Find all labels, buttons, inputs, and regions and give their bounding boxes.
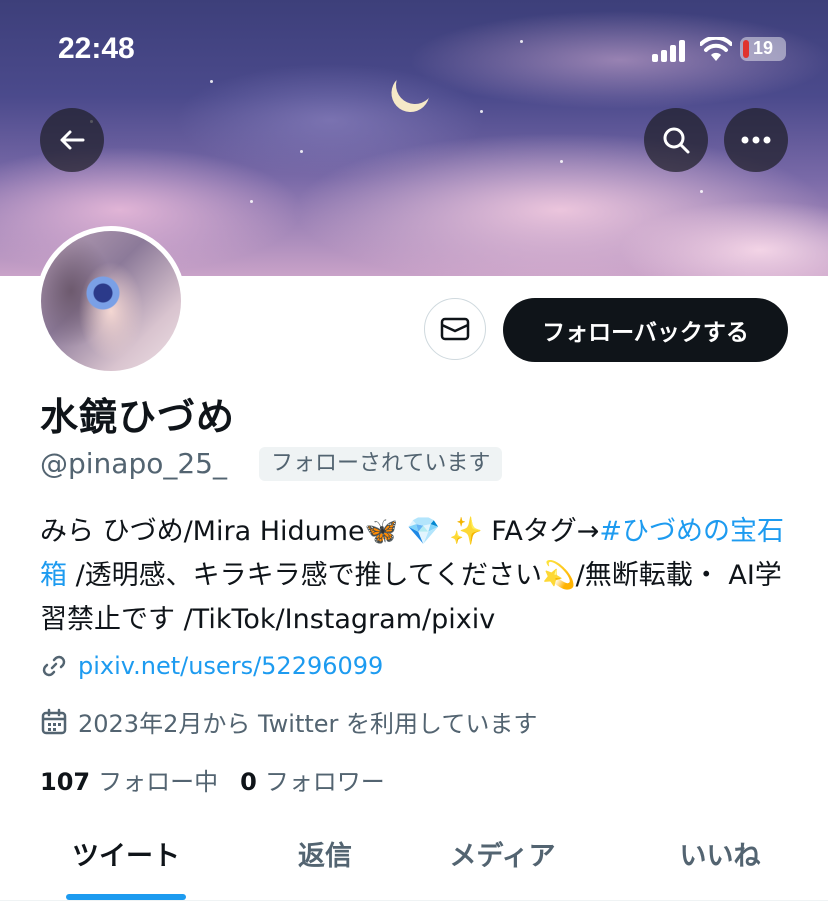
profile-bio: みら ひづめ/Mira Hidume🦋 💎 ✨ FAタグ→#ひづめの宝石箱 /透… — [40, 510, 800, 642]
wifi-icon — [699, 35, 733, 63]
tab-tweets[interactable]: ツイート — [66, 834, 186, 873]
more-horizontal-icon — [741, 136, 771, 144]
status-bar: 22:48 19 — [0, 0, 828, 96]
link-icon — [42, 655, 66, 677]
calendar-icon — [41, 708, 67, 734]
tab-likes[interactable]: いいね — [660, 834, 780, 873]
cellular-signal-icon — [652, 40, 692, 62]
back-button[interactable] — [40, 108, 104, 172]
banner-star — [300, 150, 303, 153]
message-button[interactable] — [424, 298, 486, 360]
status-time: 22:48 — [58, 32, 135, 65]
tab-media[interactable]: メディア — [430, 834, 575, 873]
follows-you-badge: フォローされています — [259, 447, 503, 481]
follow-counts: 107 フォロー中 0 フォロワー — [40, 762, 407, 797]
more-options-button[interactable] — [724, 108, 788, 172]
battery-level: 19 — [752, 38, 774, 58]
avatar[interactable] — [36, 226, 186, 376]
followers-count-link[interactable]: 0 フォロワー — [240, 762, 385, 797]
followers-count: 0 — [240, 768, 257, 796]
banner-star — [560, 160, 563, 163]
bio-text: みら ひづめ/Mira Hidume🦋 💎 ✨ FAタグ→ — [40, 516, 600, 547]
banner-star — [480, 110, 483, 113]
envelope-icon — [440, 317, 470, 341]
bio-text: /透明感、キラキラ感で推してください💫/無断転載・ AI学習禁止です /TikT… — [40, 560, 782, 635]
joined-date-text: 2023年2月から Twitter を利用しています — [78, 710, 538, 738]
following-label: フォロー中 — [98, 768, 219, 796]
joined-date-row: 2023年2月から Twitter を利用しています — [40, 704, 537, 739]
tabs-divider — [0, 900, 828, 901]
search-icon — [663, 127, 690, 154]
user-handle: @pinapo_25_ — [40, 447, 227, 480]
display-name: 水鏡ひづめ — [40, 395, 236, 439]
battery-icon: 19 — [740, 37, 786, 61]
arrow-left-icon — [60, 130, 85, 150]
profile-website-link[interactable]: pixiv.net/users/52296099 — [78, 652, 383, 680]
profile-tabs: ツイート 返信 メディア いいね — [0, 822, 828, 902]
followers-label: フォロワー — [264, 768, 385, 796]
search-button[interactable] — [644, 108, 708, 172]
banner-star — [700, 190, 703, 193]
follow-back-button[interactable]: フォローバックする — [503, 298, 788, 362]
following-count: 107 — [40, 768, 91, 796]
profile-link-row: pixiv.net/users/52296099 — [40, 652, 383, 680]
banner-star — [250, 200, 253, 203]
following-count-link[interactable]: 107 フォロー中 — [40, 762, 218, 797]
tab-replies[interactable]: 返信 — [275, 834, 375, 873]
